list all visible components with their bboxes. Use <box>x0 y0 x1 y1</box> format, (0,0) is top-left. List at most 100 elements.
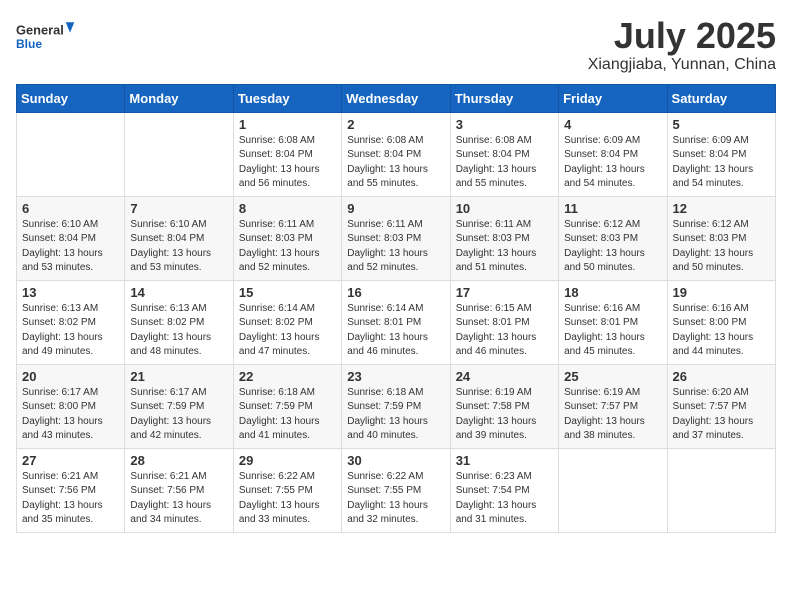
day-number: 8 <box>239 201 336 216</box>
day-info: Sunrise: 6:20 AM Sunset: 7:57 PM Dayligh… <box>673 386 770 444</box>
day-info: Sunrise: 6:09 AM Sunset: 8:04 PM Dayligh… <box>564 134 661 192</box>
day-number: 17 <box>456 285 553 300</box>
calendar-cell <box>125 112 233 196</box>
calendar-cell: 19 Sunrise: 6:16 AM Sunset: 8:00 PM Dayli… <box>667 280 775 364</box>
weekday-header-saturday: Saturday <box>667 84 775 112</box>
day-info: Sunrise: 6:09 AM Sunset: 8:04 PM Dayligh… <box>673 134 770 192</box>
calendar-cell: 24 Sunrise: 6:19 AM Sunset: 7:58 PM Dayli… <box>450 364 558 448</box>
day-number: 3 <box>456 117 553 132</box>
calendar-cell: 3 Sunrise: 6:08 AM Sunset: 8:04 PM Daylig… <box>450 112 558 196</box>
day-number: 14 <box>130 285 227 300</box>
day-number: 20 <box>22 369 119 384</box>
calendar-cell: 10 Sunrise: 6:11 AM Sunset: 8:03 PM Dayli… <box>450 196 558 280</box>
calendar-cell: 25 Sunrise: 6:19 AM Sunset: 7:57 PM Dayli… <box>559 364 667 448</box>
day-info: Sunrise: 6:19 AM Sunset: 7:57 PM Dayligh… <box>564 386 661 444</box>
page-header: General Blue July 2025 Xiangjiaba, Yunna… <box>16 16 776 74</box>
weekday-header-sunday: Sunday <box>17 84 125 112</box>
day-number: 5 <box>673 117 770 132</box>
day-info: Sunrise: 6:16 AM Sunset: 8:00 PM Dayligh… <box>673 302 770 360</box>
calendar-cell: 21 Sunrise: 6:17 AM Sunset: 7:59 PM Dayli… <box>125 364 233 448</box>
day-info: Sunrise: 6:12 AM Sunset: 8:03 PM Dayligh… <box>673 218 770 276</box>
calendar-cell: 12 Sunrise: 6:12 AM Sunset: 8:03 PM Dayli… <box>667 196 775 280</box>
weekday-header-tuesday: Tuesday <box>233 84 341 112</box>
day-info: Sunrise: 6:14 AM Sunset: 8:01 PM Dayligh… <box>347 302 444 360</box>
day-number: 26 <box>673 369 770 384</box>
weekday-header-monday: Monday <box>125 84 233 112</box>
weekday-header-thursday: Thursday <box>450 84 558 112</box>
calendar-cell: 14 Sunrise: 6:13 AM Sunset: 8:02 PM Dayli… <box>125 280 233 364</box>
day-number: 31 <box>456 453 553 468</box>
calendar-cell <box>17 112 125 196</box>
day-info: Sunrise: 6:18 AM Sunset: 7:59 PM Dayligh… <box>239 386 336 444</box>
day-number: 13 <box>22 285 119 300</box>
calendar-week-row: 13 Sunrise: 6:13 AM Sunset: 8:02 PM Dayli… <box>17 280 776 364</box>
calendar-cell <box>559 448 667 532</box>
calendar-cell: 26 Sunrise: 6:20 AM Sunset: 7:57 PM Dayli… <box>667 364 775 448</box>
calendar-table: SundayMondayTuesdayWednesdayThursdayFrid… <box>16 84 776 533</box>
day-info: Sunrise: 6:12 AM Sunset: 8:03 PM Dayligh… <box>564 218 661 276</box>
calendar-cell <box>667 448 775 532</box>
weekday-header-row: SundayMondayTuesdayWednesdayThursdayFrid… <box>17 84 776 112</box>
day-info: Sunrise: 6:11 AM Sunset: 8:03 PM Dayligh… <box>456 218 553 276</box>
day-info: Sunrise: 6:21 AM Sunset: 7:56 PM Dayligh… <box>130 470 227 528</box>
day-number: 30 <box>347 453 444 468</box>
weekday-header-friday: Friday <box>559 84 667 112</box>
day-info: Sunrise: 6:18 AM Sunset: 7:59 PM Dayligh… <box>347 386 444 444</box>
day-number: 25 <box>564 369 661 384</box>
day-info: Sunrise: 6:19 AM Sunset: 7:58 PM Dayligh… <box>456 386 553 444</box>
svg-text:Blue: Blue <box>16 37 42 51</box>
day-number: 24 <box>456 369 553 384</box>
day-number: 12 <box>673 201 770 216</box>
svg-text:General: General <box>16 22 64 37</box>
calendar-cell: 2 Sunrise: 6:08 AM Sunset: 8:04 PM Daylig… <box>342 112 450 196</box>
day-info: Sunrise: 6:22 AM Sunset: 7:55 PM Dayligh… <box>347 470 444 528</box>
day-number: 28 <box>130 453 227 468</box>
day-number: 10 <box>456 201 553 216</box>
day-info: Sunrise: 6:22 AM Sunset: 7:55 PM Dayligh… <box>239 470 336 528</box>
day-info: Sunrise: 6:11 AM Sunset: 8:03 PM Dayligh… <box>347 218 444 276</box>
day-number: 21 <box>130 369 227 384</box>
day-info: Sunrise: 6:17 AM Sunset: 7:59 PM Dayligh… <box>130 386 227 444</box>
calendar-cell: 22 Sunrise: 6:18 AM Sunset: 7:59 PM Dayli… <box>233 364 341 448</box>
calendar-week-row: 27 Sunrise: 6:21 AM Sunset: 7:56 PM Dayli… <box>17 448 776 532</box>
day-info: Sunrise: 6:11 AM Sunset: 8:03 PM Dayligh… <box>239 218 336 276</box>
day-info: Sunrise: 6:13 AM Sunset: 8:02 PM Dayligh… <box>22 302 119 360</box>
day-number: 2 <box>347 117 444 132</box>
day-info: Sunrise: 6:10 AM Sunset: 8:04 PM Dayligh… <box>130 218 227 276</box>
calendar-cell: 13 Sunrise: 6:13 AM Sunset: 8:02 PM Dayli… <box>17 280 125 364</box>
calendar-cell: 27 Sunrise: 6:21 AM Sunset: 7:56 PM Dayli… <box>17 448 125 532</box>
calendar-cell: 1Sunrise: 6:08 AM Sunset: 8:04 PM Daylig… <box>233 112 341 196</box>
calendar-cell: 18 Sunrise: 6:16 AM Sunset: 8:01 PM Dayli… <box>559 280 667 364</box>
calendar-cell: 20 Sunrise: 6:17 AM Sunset: 8:00 PM Dayli… <box>17 364 125 448</box>
day-info: Sunrise: 6:16 AM Sunset: 8:01 PM Dayligh… <box>564 302 661 360</box>
day-number: 16 <box>347 285 444 300</box>
calendar-cell: 4Sunrise: 6:09 AM Sunset: 8:04 PM Daylig… <box>559 112 667 196</box>
month-year-title: July 2025 <box>588 16 776 56</box>
day-info: Sunrise: 6:23 AM Sunset: 7:54 PM Dayligh… <box>456 470 553 528</box>
day-info: Sunrise: 6:21 AM Sunset: 7:56 PM Dayligh… <box>22 470 119 528</box>
calendar-week-row: 20 Sunrise: 6:17 AM Sunset: 8:00 PM Dayli… <box>17 364 776 448</box>
day-number: 18 <box>564 285 661 300</box>
calendar-cell: 16 Sunrise: 6:14 AM Sunset: 8:01 PM Dayli… <box>342 280 450 364</box>
calendar-cell: 15Sunrise: 6:14 AM Sunset: 8:02 PM Dayli… <box>233 280 341 364</box>
day-info: Sunrise: 6:17 AM Sunset: 8:00 PM Dayligh… <box>22 386 119 444</box>
calendar-cell: 29 Sunrise: 6:22 AM Sunset: 7:55 PM Dayli… <box>233 448 341 532</box>
location-subtitle: Xiangjiaba, Yunnan, China <box>588 56 776 74</box>
day-info: Sunrise: 6:10 AM Sunset: 8:04 PM Dayligh… <box>22 218 119 276</box>
calendar-cell: 17Sunrise: 6:15 AM Sunset: 8:01 PM Dayli… <box>450 280 558 364</box>
day-info: Sunrise: 6:13 AM Sunset: 8:02 PM Dayligh… <box>130 302 227 360</box>
day-number: 22 <box>239 369 336 384</box>
day-info: Sunrise: 6:08 AM Sunset: 8:04 PM Dayligh… <box>347 134 444 192</box>
calendar-week-row: 1 Sunrise: 6:08 AM Sunset: 8:04 PM Daylig… <box>17 112 776 196</box>
day-number: 11 <box>564 201 661 216</box>
calendar-cell: 30 Sunrise: 6:22 AM Sunset: 7:55 PM Dayli… <box>342 448 450 532</box>
day-number: 19 <box>673 285 770 300</box>
day-number: 1 <box>239 117 336 132</box>
day-number: 27 <box>22 453 119 468</box>
day-number: 15 <box>239 285 336 300</box>
logo: General Blue <box>16 16 76 56</box>
day-number: 6 <box>22 201 119 216</box>
calendar-cell: 8 Sunrise: 6:11 AM Sunset: 8:03 PM Daylig… <box>233 196 341 280</box>
day-number: 29 <box>239 453 336 468</box>
day-info: Sunrise: 6:08 AM Sunset: 8:04 PM Dayligh… <box>456 134 553 192</box>
